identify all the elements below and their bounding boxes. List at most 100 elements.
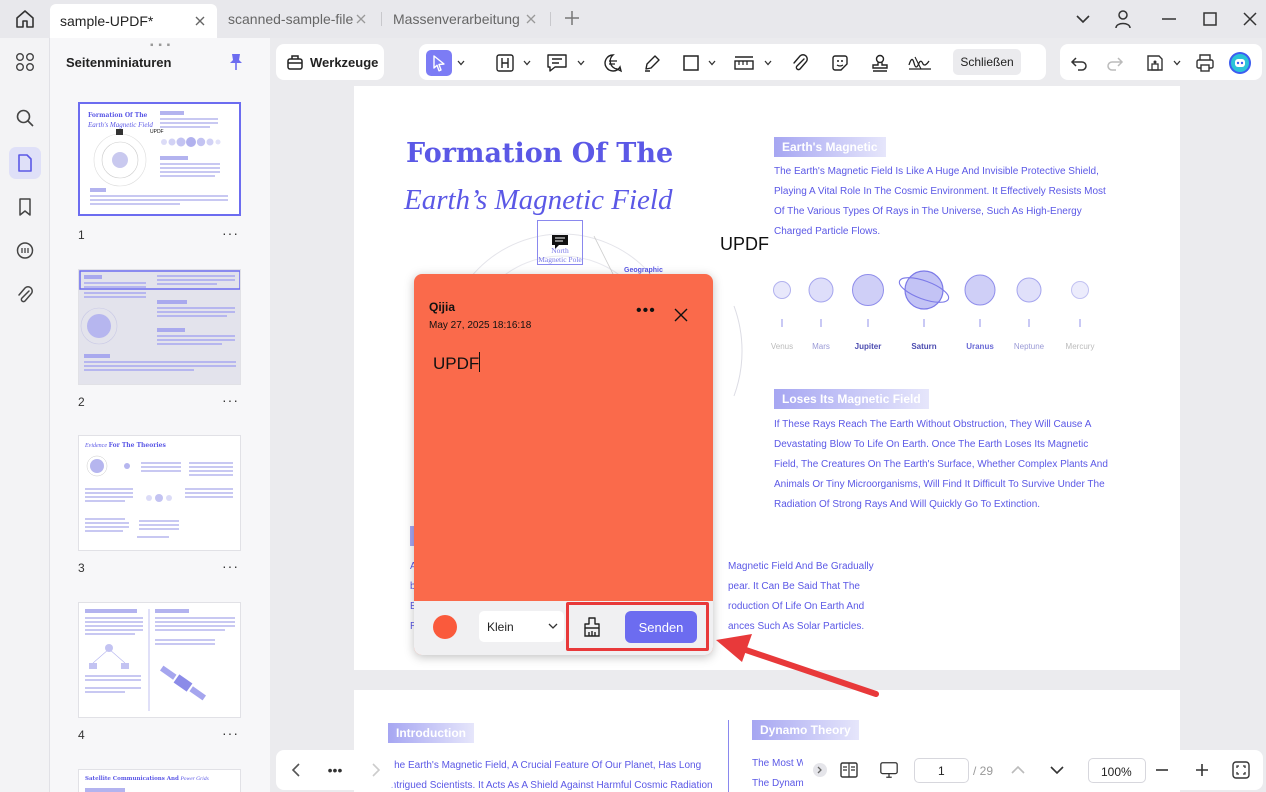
page-thumbnails-icon[interactable] xyxy=(9,147,41,179)
reading-mode-icon[interactable] xyxy=(839,760,859,780)
note-more-options-button[interactable]: ••• xyxy=(636,302,656,320)
redo-icon[interactable] xyxy=(1102,50,1128,76)
planets-row xyxy=(773,270,1089,327)
planet-label-uranus: Uranus xyxy=(966,342,994,351)
note-text-area[interactable]: UPDF xyxy=(433,352,481,374)
select-cursor-icon[interactable] xyxy=(426,50,452,76)
print-icon[interactable] xyxy=(1192,50,1218,76)
panel-title: Seitenminiaturen xyxy=(66,55,172,70)
planet-label-jupiter: Jupiter xyxy=(854,342,882,351)
page-up-icon[interactable] xyxy=(1008,760,1028,780)
measure-ruler-icon[interactable] xyxy=(731,50,757,76)
page-thumbnail-2[interactable] xyxy=(78,269,241,385)
presentation-icon[interactable] xyxy=(879,760,899,780)
paperclip-icon[interactable] xyxy=(787,50,813,76)
note-color-picker[interactable] xyxy=(433,615,457,639)
chevron-down-icon[interactable] xyxy=(764,60,772,66)
font-size-select[interactable]: Klein xyxy=(479,611,564,642)
chevron-down-icon[interactable] xyxy=(523,60,531,66)
tools-button[interactable]: Werkzeuge xyxy=(276,44,384,80)
chevron-down-icon[interactable] xyxy=(1071,7,1095,31)
collapse-arrow-icon[interactable] xyxy=(810,760,830,780)
thumb-more-button[interactable]: ··· xyxy=(222,225,239,241)
geographic-label: Geographic xyxy=(624,267,663,274)
close-window-icon[interactable] xyxy=(1238,7,1262,31)
zoom-level-select[interactable]: 100% xyxy=(1088,758,1146,783)
north-pole-label: North Magnetic Pole xyxy=(538,246,582,264)
close-tab-icon[interactable] xyxy=(354,12,368,26)
note-timestamp: May 27, 2025 18:16:18 xyxy=(429,320,532,331)
thumb-more-button[interactable]: ··· xyxy=(222,725,239,741)
chevron-down-icon[interactable] xyxy=(577,60,585,66)
maximize-icon[interactable] xyxy=(1198,7,1222,31)
main-toolbar: Werkzeuge Schließen xyxy=(270,38,1266,86)
section-heading-loses-field: Loses Its Magnetic Field xyxy=(774,389,929,409)
minimize-icon[interactable] xyxy=(1157,7,1181,31)
home-icon[interactable] xyxy=(13,8,37,30)
section-heading-earth-magnetic: Earth's Magnetic xyxy=(774,137,886,157)
new-tab-icon[interactable] xyxy=(562,7,582,29)
page-thumbnail-1[interactable]: Formation Of The Earth's Magnetic Field … xyxy=(78,102,241,216)
close-tab-icon[interactable] xyxy=(193,14,207,28)
sticker-icon[interactable] xyxy=(827,50,853,76)
page-thumbnail-5[interactable]: Satellite Communications And Power Grids xyxy=(78,769,241,792)
dynamo-body: The Most W The Dynam xyxy=(752,758,806,789)
ai-assistant-icon[interactable] xyxy=(1227,50,1253,76)
comments-icon[interactable] xyxy=(9,235,41,267)
bookmark-icon[interactable] xyxy=(9,191,41,223)
more-navigation-icon[interactable]: ••• xyxy=(325,760,345,780)
thumb-heading-bar xyxy=(85,788,125,792)
tab-sample-updf[interactable]: sample-UPDF* xyxy=(50,4,217,38)
user-account-icon[interactable] xyxy=(1111,7,1135,31)
thumb-more-button[interactable]: ··· xyxy=(222,392,239,408)
pen-icon[interactable] xyxy=(639,50,665,76)
close-icon[interactable] xyxy=(673,307,689,323)
section-heading-dynamo: Dynamo Theory xyxy=(752,720,859,740)
close-comment-mode-button[interactable]: Schließen xyxy=(953,49,1021,75)
sticky-note-icon[interactable] xyxy=(544,50,570,76)
next-page-icon[interactable] xyxy=(366,760,386,780)
thumb-number: 3 xyxy=(78,561,85,575)
pin-icon[interactable] xyxy=(228,53,244,71)
close-tab-icon[interactable] xyxy=(524,12,538,26)
planet-label-saturn: Saturn xyxy=(911,342,937,351)
column-divider xyxy=(728,720,729,792)
thumb-more-button[interactable]: ··· xyxy=(222,558,239,574)
chevron-down-icon[interactable] xyxy=(457,60,465,66)
annotation-tools-group: Schließen xyxy=(419,44,1046,80)
previous-page-icon[interactable] xyxy=(286,760,306,780)
document-title-line1: Formation Of The xyxy=(406,138,674,169)
tab-bar: sample-UPDF* scanned-sample-file Massenv… xyxy=(0,0,1266,38)
chevron-down-icon[interactable] xyxy=(1173,60,1181,66)
page-thumbnail-3[interactable]: Evidence For The Theories xyxy=(78,435,241,551)
page-number-input[interactable]: 1 xyxy=(914,758,969,783)
tab-massenverarbeitung[interactable]: Massenverarbeitung xyxy=(383,0,548,38)
save-icon[interactable] xyxy=(1142,50,1168,76)
planet-label-mercury: Mercury xyxy=(1065,342,1095,351)
comment-icon[interactable] xyxy=(600,50,626,76)
updf-text-stamp[interactable]: UPDF xyxy=(720,234,769,255)
tools-label: Werkzeuge xyxy=(310,54,379,70)
zoom-out-icon[interactable] xyxy=(1152,760,1172,780)
planet-label-neptune: Neptune xyxy=(1013,342,1045,351)
signature-icon[interactable] xyxy=(907,50,933,76)
page-navigation-bar: ••• xyxy=(276,750,394,790)
page-thumbnail-4[interactable] xyxy=(78,602,241,718)
zoom-in-icon[interactable] xyxy=(1192,760,1212,780)
tab-divider xyxy=(550,12,551,26)
organize-pages-icon[interactable] xyxy=(9,46,41,78)
edit-actions-group xyxy=(1060,44,1262,80)
resize-grip[interactable]: ▪ ▪ ▪ xyxy=(150,40,171,51)
tab-scanned-sample-file[interactable]: scanned-sample-file xyxy=(218,0,378,38)
stamp-icon[interactable] xyxy=(867,50,893,76)
fit-page-icon[interactable] xyxy=(1231,760,1251,780)
rectangle-shape-icon[interactable] xyxy=(678,50,704,76)
search-icon[interactable] xyxy=(9,102,41,134)
undo-icon[interactable] xyxy=(1066,50,1092,76)
red-arrow-annotation xyxy=(716,634,879,697)
note-author: Qijia xyxy=(429,300,456,314)
attachment-icon[interactable] xyxy=(9,279,41,311)
chevron-down-icon[interactable] xyxy=(708,60,716,66)
highlight-text-icon[interactable] xyxy=(492,50,518,76)
page-down-icon[interactable] xyxy=(1047,760,1067,780)
